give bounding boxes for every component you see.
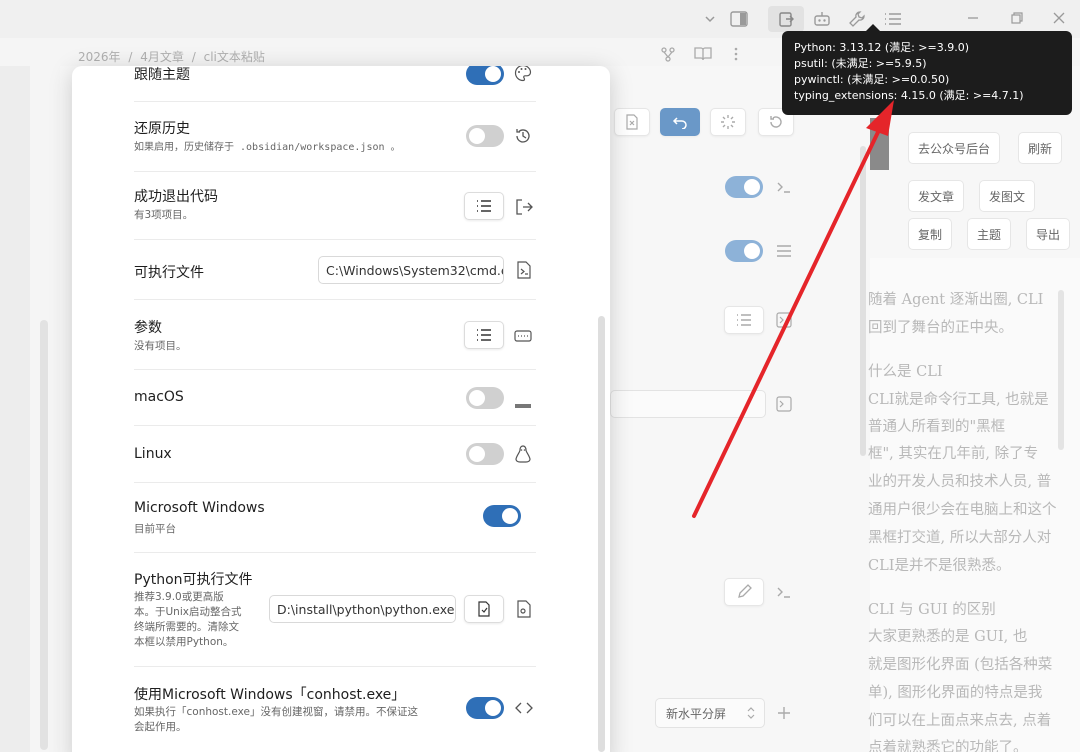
annotation-arrow [692,100,894,518]
